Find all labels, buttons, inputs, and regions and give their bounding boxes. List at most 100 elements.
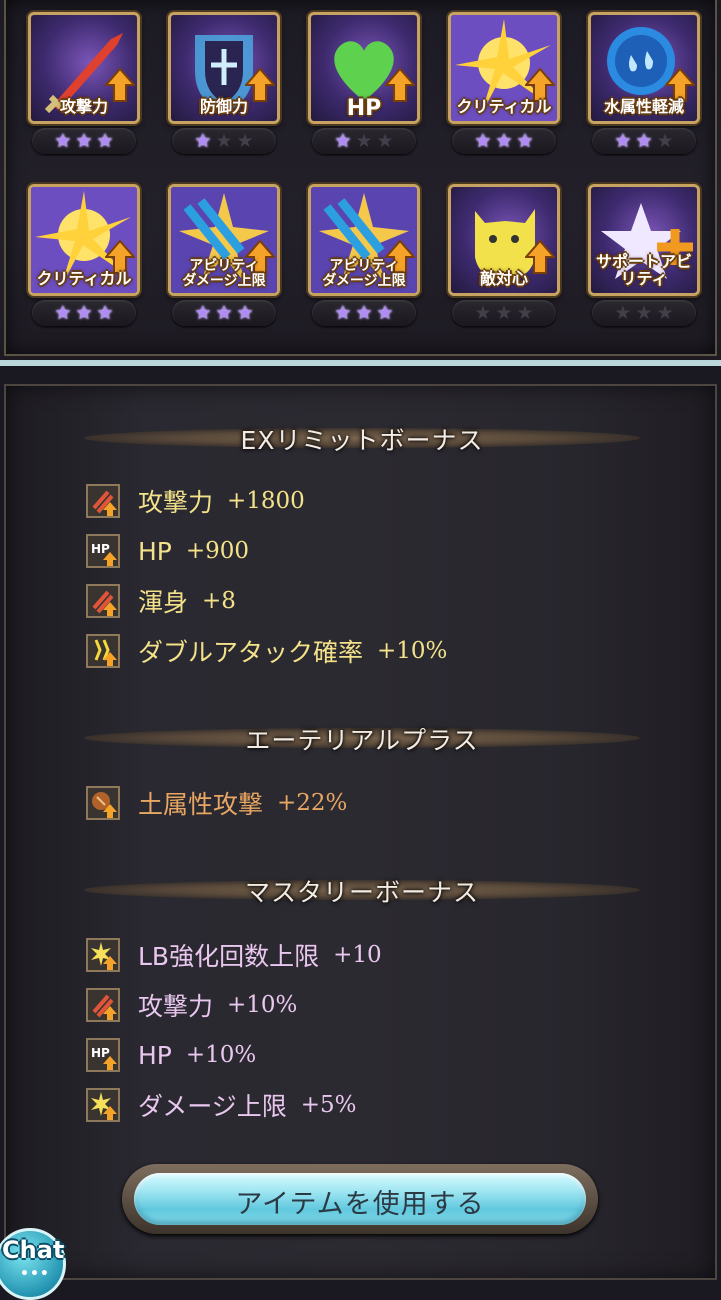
- limit-bonus-label: 水属性軽減: [603, 97, 684, 116]
- bonus-name: HP: [138, 1040, 172, 1070]
- bonus-row: 土属性攻撃 +22%: [86, 784, 347, 822]
- mastery-header: マスタリーボーナス: [84, 872, 640, 910]
- star-icon: ★: [656, 302, 674, 324]
- ex-limit-title: EXリミットボーナス: [240, 426, 484, 455]
- earth-attack-icon: [86, 786, 120, 820]
- star-icon: ★: [215, 130, 233, 152]
- limit-bonus-item[interactable]: クリティカル ★ ★ ★: [18, 182, 158, 334]
- limit-bonus-item[interactable]: クリティカル ★ ★ ★: [438, 10, 578, 162]
- bonus-value: +5%: [300, 1092, 357, 1118]
- limit-bonus-label: 防御力: [199, 97, 248, 116]
- bonus-value: +900: [185, 538, 250, 564]
- star-icon: ★: [495, 130, 513, 152]
- star-icon: ★: [236, 302, 254, 324]
- star-rating: ★ ★ ★: [312, 300, 416, 326]
- star-icon: ★: [355, 302, 373, 324]
- limit-bonus-item[interactable]: 防御力 ★ ★ ★: [158, 10, 298, 162]
- star-icon: ★: [334, 302, 352, 324]
- bonus-details-panel: EXリミットボーナス 攻撃力 +1800 HP HP +900 渾身 +8 ダブルアタック確率…: [4, 384, 717, 1280]
- burst-up-icon: [86, 1088, 120, 1122]
- limit-bonus-item[interactable]: 水属性軽減 ★ ★ ★: [578, 10, 718, 162]
- bonus-row: HP HP +10%: [86, 1036, 256, 1074]
- hp-up-icon: HP: [86, 534, 120, 568]
- limit-bonus-label: 攻撃力: [59, 97, 108, 116]
- hp-up-icon: HP: [86, 1038, 120, 1072]
- bonus-value: +1800: [227, 488, 305, 514]
- star-icon: ★: [474, 130, 492, 152]
- taunt-monster-icon[interactable]: 敵対心: [448, 184, 560, 296]
- attack-up-icon: [86, 584, 120, 618]
- attack-up-icon: [86, 484, 120, 518]
- ex-limit-header: EXリミットボーナス: [84, 420, 640, 458]
- bonus-name: LB強化回数上限: [138, 942, 320, 971]
- bonus-row: LB強化回数上限 +10: [86, 936, 382, 974]
- bonus-value: +8: [202, 588, 236, 614]
- bonus-name: ダメージ上限: [138, 1092, 287, 1121]
- water-drop-icon[interactable]: 水属性軽減: [588, 12, 700, 124]
- star-rating: ★ ★ ★: [592, 128, 696, 154]
- limit-bonus-grid: 攻撃力 ★ ★ ★ 防御力 ★ ★ ★ HP ★ ★ ★ クリティカル ★ ★ ★ 水属性軽減 ★ ★ ★ クリティカル…: [18, 10, 708, 334]
- star-icon: ★: [75, 130, 93, 152]
- crossed-blades-icon[interactable]: アビリティ ダメージ上限: [168, 184, 280, 296]
- star-icon: ★: [614, 302, 632, 324]
- limit-bonus-item[interactable]: 敵対心 ★ ★ ★: [438, 182, 578, 334]
- limit-bonus-item[interactable]: 攻撃力 ★ ★ ★: [18, 10, 158, 162]
- star-icon: ★: [334, 130, 352, 152]
- star-plus-icon[interactable]: サポートアビリティ: [588, 184, 700, 296]
- star-rating: ★ ★ ★: [452, 128, 556, 154]
- bonus-value: +10%: [185, 1042, 257, 1068]
- crossed-blades-icon[interactable]: アビリティ ダメージ上限: [308, 184, 420, 296]
- use-item-label: アイテムを使用する: [235, 1189, 485, 1220]
- bonus-value: +22%: [277, 790, 348, 816]
- limit-bonus-item[interactable]: HP ★ ★ ★: [298, 10, 438, 162]
- star-icon: ★: [96, 302, 114, 324]
- star-icon: ★: [635, 130, 653, 152]
- heart-icon[interactable]: HP: [308, 12, 420, 124]
- svg-text:HP: HP: [91, 1046, 110, 1060]
- shield-icon[interactable]: 防御力: [168, 12, 280, 124]
- star-icon: ★: [194, 130, 212, 152]
- star-rating: ★ ★ ★: [172, 300, 276, 326]
- star-icon: ★: [495, 302, 513, 324]
- bonus-row: ダメージ上限 +5%: [86, 1086, 357, 1124]
- star-icon: ★: [656, 130, 674, 152]
- svg-text:HP: HP: [91, 542, 110, 556]
- star-icon: ★: [614, 130, 632, 152]
- attack-up-icon: [86, 988, 120, 1022]
- chat-button[interactable]: Chat •••: [0, 1228, 68, 1300]
- star-rating: ★ ★ ★: [312, 128, 416, 154]
- star-icon: ★: [516, 130, 534, 152]
- sword-icon[interactable]: 攻撃力: [28, 12, 140, 124]
- bonus-name: 攻撃力: [138, 488, 214, 517]
- bonus-row: HP HP +900: [86, 532, 249, 570]
- star-rating: ★ ★ ★: [32, 128, 136, 154]
- bonus-row: ダブルアタック確率 +10%: [86, 632, 447, 670]
- ethereal-header: エーテリアルプラス: [84, 720, 640, 758]
- star-icon: ★: [194, 302, 212, 324]
- double-attack-icon: [86, 634, 120, 668]
- limit-bonus-label: アビリティ ダメージ上限: [322, 258, 406, 289]
- star-rating: ★ ★ ★: [172, 128, 276, 154]
- star-icon: ★: [236, 130, 254, 152]
- ethereal-title: エーテリアルプラス: [245, 726, 479, 755]
- limit-bonus-label: サポートアビリティ: [595, 252, 692, 288]
- limit-bonus-item[interactable]: アビリティ ダメージ上限 ★ ★ ★: [298, 182, 438, 334]
- star-icon: ★: [355, 130, 373, 152]
- lightning-burst-icon[interactable]: クリティカル: [448, 12, 560, 124]
- bonus-row: 攻撃力 +1800: [86, 482, 305, 520]
- star-icon: ★: [96, 130, 114, 152]
- burst-up-icon: [86, 938, 120, 972]
- bonus-value: +10%: [227, 992, 298, 1018]
- limit-bonus-label: クリティカル: [456, 97, 552, 116]
- star-icon: ★: [474, 302, 492, 324]
- limit-bonus-label: 敵対心: [479, 269, 528, 288]
- bonus-row: 渾身 +8: [86, 582, 236, 620]
- star-rating: ★ ★ ★: [32, 300, 136, 326]
- bonus-name: HP: [138, 536, 172, 566]
- lightning-burst-icon[interactable]: クリティカル: [28, 184, 140, 296]
- use-item-button[interactable]: アイテムを使用する: [122, 1164, 598, 1234]
- limit-bonus-item[interactable]: アビリティ ダメージ上限 ★ ★ ★: [158, 182, 298, 334]
- bonus-value: +10%: [377, 638, 448, 664]
- arrow-up-icon: [385, 67, 415, 103]
- limit-bonus-item[interactable]: サポートアビリティ ★ ★ ★: [578, 182, 718, 334]
